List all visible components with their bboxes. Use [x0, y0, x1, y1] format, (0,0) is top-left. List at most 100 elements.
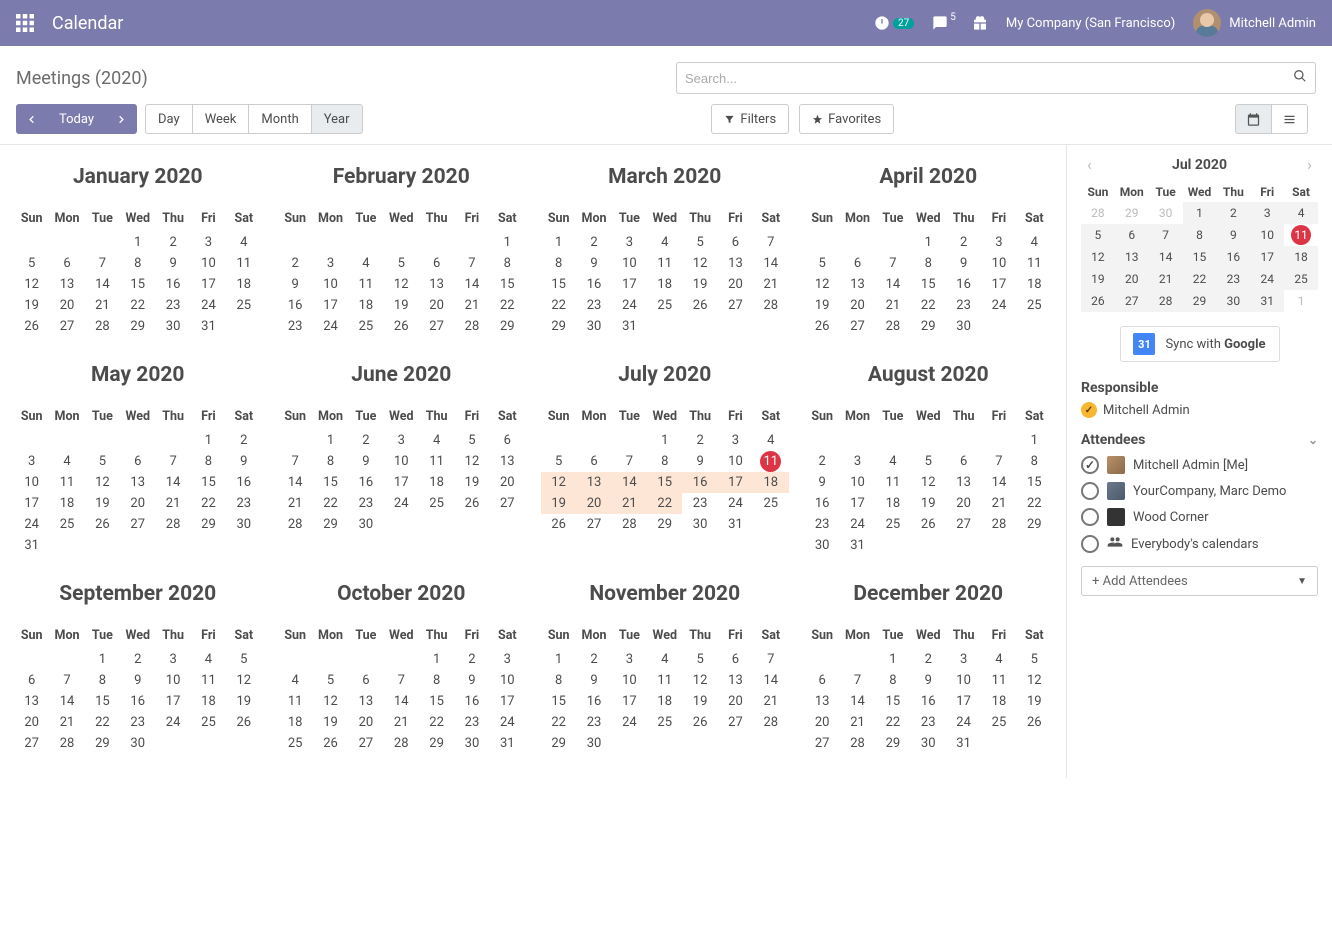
day-cell[interactable]: 29: [541, 316, 576, 337]
day-cell[interactable]: 27: [120, 514, 155, 535]
day-cell[interactable]: 22: [541, 712, 576, 733]
day-cell[interactable]: 28: [278, 514, 313, 535]
day-cell[interactable]: 25: [981, 712, 1016, 733]
day-cell[interactable]: 15: [647, 472, 682, 493]
day-cell[interactable]: 29: [1017, 514, 1052, 535]
day-cell[interactable]: 6: [946, 451, 981, 472]
day-cell[interactable]: 11: [760, 451, 781, 472]
day-cell[interactable]: 16: [120, 691, 155, 712]
day-cell[interactable]: 26: [384, 316, 419, 337]
day-cell[interactable]: 9: [682, 451, 717, 472]
day-cell[interactable]: 30: [946, 316, 981, 337]
day-cell[interactable]: 5: [805, 253, 840, 274]
sync-google-button[interactable]: 31 Sync with Google: [1120, 326, 1280, 362]
gift-icon[interactable]: [972, 15, 988, 31]
day-cell[interactable]: 29: [120, 316, 155, 337]
day-cell[interactable]: 14: [612, 472, 647, 493]
day-cell[interactable]: 27: [946, 514, 981, 535]
day-cell[interactable]: 29: [191, 514, 226, 535]
mini-day[interactable]: 5: [1081, 224, 1115, 246]
day-cell[interactable]: 8: [85, 670, 120, 691]
day-cell[interactable]: 24: [946, 712, 981, 733]
mini-day[interactable]: 21: [1149, 268, 1183, 290]
day-cell[interactable]: 2: [278, 253, 313, 274]
day-cell[interactable]: 29: [875, 733, 910, 754]
day-cell[interactable]: 20: [805, 712, 840, 733]
day-cell[interactable]: 27: [718, 712, 753, 733]
day-cell[interactable]: 17: [946, 691, 981, 712]
mini-day[interactable]: 31: [1250, 290, 1284, 312]
mini-day[interactable]: 17: [1250, 246, 1284, 268]
day-cell[interactable]: 25: [278, 733, 313, 754]
day-cell[interactable]: 29: [490, 316, 525, 337]
day-cell[interactable]: 3: [14, 451, 49, 472]
mini-day[interactable]: 6: [1115, 224, 1149, 246]
day-cell[interactable]: 20: [840, 295, 875, 316]
day-cell[interactable]: 19: [1017, 691, 1052, 712]
mini-day-other[interactable]: 28: [1081, 202, 1115, 224]
day-cell[interactable]: 15: [120, 274, 155, 295]
day-cell[interactable]: 17: [313, 295, 348, 316]
day-cell[interactable]: 26: [541, 514, 576, 535]
day-cell[interactable]: 14: [155, 472, 190, 493]
day-cell[interactable]: 15: [490, 274, 525, 295]
day-cell[interactable]: 12: [682, 670, 717, 691]
day-cell[interactable]: 16: [576, 274, 611, 295]
day-cell[interactable]: 14: [278, 472, 313, 493]
day-cell[interactable]: 16: [348, 472, 383, 493]
day-cell[interactable]: 17: [612, 274, 647, 295]
day-cell[interactable]: 6: [120, 451, 155, 472]
day-cell[interactable]: 27: [14, 733, 49, 754]
day-cell[interactable]: 21: [875, 295, 910, 316]
day-cell[interactable]: 15: [191, 472, 226, 493]
day-cell[interactable]: 10: [191, 253, 226, 274]
day-cell[interactable]: 19: [682, 274, 717, 295]
day-cell[interactable]: 8: [313, 451, 348, 472]
day-cell[interactable]: 25: [49, 514, 84, 535]
mini-day[interactable]: 10: [1250, 224, 1284, 246]
day-cell[interactable]: 30: [805, 535, 840, 556]
day-cell[interactable]: 26: [14, 316, 49, 337]
day-cell[interactable]: 9: [911, 670, 946, 691]
mini-day[interactable]: 4: [1284, 202, 1318, 224]
day-cell[interactable]: 10: [490, 670, 525, 691]
day-cell[interactable]: 22: [120, 295, 155, 316]
day-cell[interactable]: 1: [313, 430, 348, 451]
day-cell[interactable]: 22: [85, 712, 120, 733]
day-cell[interactable]: 19: [14, 295, 49, 316]
day-cell[interactable]: 17: [191, 274, 226, 295]
day-cell[interactable]: 31: [718, 514, 753, 535]
mini-day[interactable]: 23: [1216, 268, 1250, 290]
day-cell[interactable]: 3: [612, 649, 647, 670]
day-cell[interactable]: 14: [981, 472, 1016, 493]
day-cell[interactable]: 1: [490, 232, 525, 253]
day-cell[interactable]: 18: [348, 295, 383, 316]
app-title[interactable]: Calendar: [52, 13, 123, 34]
day-cell[interactable]: 25: [419, 493, 454, 514]
day-cell[interactable]: 2: [226, 430, 261, 451]
day-cell[interactable]: 17: [14, 493, 49, 514]
day-cell[interactable]: 9: [576, 670, 611, 691]
day-cell[interactable]: 21: [278, 493, 313, 514]
mini-day[interactable]: 13: [1115, 246, 1149, 268]
day-cell[interactable]: 18: [278, 712, 313, 733]
mini-day[interactable]: 12: [1081, 246, 1115, 268]
day-cell[interactable]: 4: [1017, 232, 1052, 253]
mini-day[interactable]: 16: [1216, 246, 1250, 268]
day-cell[interactable]: 19: [85, 493, 120, 514]
day-cell[interactable]: 31: [840, 535, 875, 556]
day-cell[interactable]: 27: [840, 316, 875, 337]
day-cell[interactable]: 12: [805, 274, 840, 295]
day-cell[interactable]: 8: [1017, 451, 1052, 472]
day-cell[interactable]: 2: [682, 430, 717, 451]
day-cell[interactable]: 30: [226, 514, 261, 535]
day-cell[interactable]: 20: [120, 493, 155, 514]
prev-button[interactable]: [16, 104, 47, 134]
day-cell[interactable]: 14: [49, 691, 84, 712]
mini-day[interactable]: 8: [1183, 224, 1217, 246]
mini-day[interactable]: 24: [1250, 268, 1284, 290]
day-cell[interactable]: 7: [454, 253, 489, 274]
day-cell[interactable]: 2: [805, 451, 840, 472]
day-cell[interactable]: 1: [120, 232, 155, 253]
attendee-row[interactable]: Wood Corner: [1081, 508, 1318, 526]
